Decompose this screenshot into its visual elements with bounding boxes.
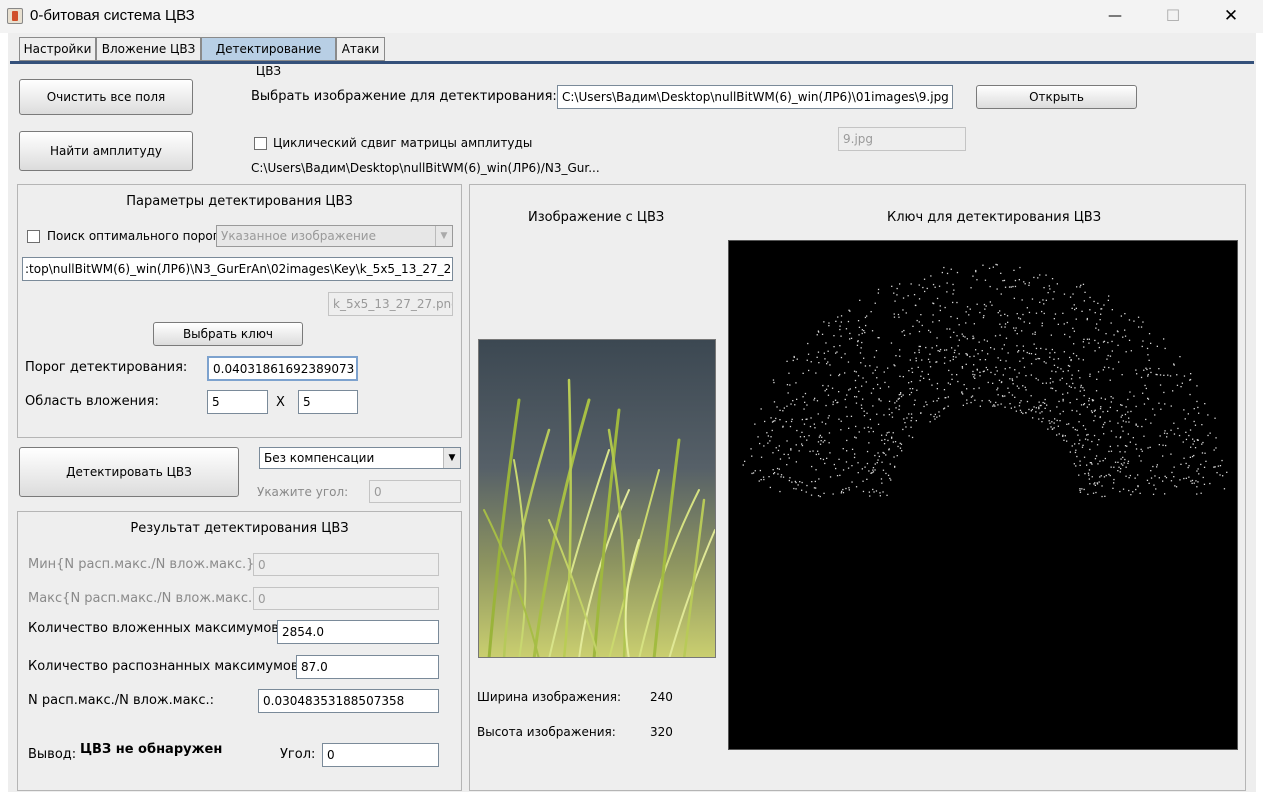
find-amplitude-button[interactable]: Найти амплитуду <box>19 131 193 171</box>
image-title: Изображение с ЦВЗ <box>528 210 665 225</box>
chevron-down-icon: ▼ <box>435 226 452 246</box>
key-image <box>728 240 1238 750</box>
output-label: Вывод: <box>28 747 77 762</box>
width-label: Ширина изображения: <box>477 690 622 704</box>
app-icon <box>7 8 23 24</box>
width-value: 240 <box>650 690 673 704</box>
clear-all-button[interactable]: Очистить все поля <box>19 79 193 115</box>
embedded-max-label: Количество вложенных максимумов: <box>28 621 284 636</box>
chevron-down-icon: ▼ <box>443 448 460 468</box>
optimal-threshold-checkbox[interactable] <box>27 230 40 243</box>
angle-input-disabled: 0 <box>369 480 461 503</box>
compensation-value: Без компенсации <box>264 451 375 465</box>
tab-embedding[interactable]: Вложение ЦВЗ <box>96 37 201 61</box>
tab-divider <box>10 61 1254 64</box>
area-height-field[interactable]: 5 <box>298 390 358 414</box>
height-value: 320 <box>650 725 673 739</box>
max-ratio-label: Макс{N расп.макс./N влож.макс.}: <box>28 591 265 606</box>
image-source-value: Указанное изображение <box>221 229 376 243</box>
height-label: Высота изображения: <box>477 725 616 739</box>
watermarked-image <box>478 339 716 658</box>
ratio-label: N расп.макс./N влож.макс.: <box>28 693 215 708</box>
image-path-field[interactable]: C:\Users\Вадим\Desktop\nullBitWM(6)_win(… <box>557 85 953 109</box>
key-file-value: k_5x5_13_27_27.png <box>333 297 453 311</box>
recognized-max-label: Количество распознанных максимумов: <box>28 659 303 674</box>
angle-hint-label: Укажите угол: <box>257 485 349 499</box>
detect-button[interactable]: Детектировать ЦВЗ <box>19 447 239 497</box>
max-ratio-field: 0 <box>253 587 439 610</box>
threshold-field[interactable]: 0.04031861692389073 <box>207 356 358 381</box>
min-ratio-label: Мин{N расп.макс./N влож.макс.}: <box>28 557 259 572</box>
select-image-label: Выбрать изображение для детектирования: <box>251 89 557 104</box>
result-angle-label: Угол: <box>280 747 316 762</box>
select-key-button[interactable]: Выбрать ключ <box>153 322 303 346</box>
params-title: Параметры детектирования ЦВЗ <box>126 194 353 209</box>
ratio-field[interactable]: 0.03048353188507358 <box>258 689 439 713</box>
file-name-field: 9.jpg <box>838 127 966 151</box>
result-angle-field[interactable]: 0 <box>322 743 439 767</box>
recognized-max-field[interactable]: 87.0 <box>296 655 439 679</box>
area-label: Область вложения: <box>25 394 159 409</box>
key-path-field[interactable]: :top\nullBitWM(6)_win(ЛР6)\N3_GurErAn\02… <box>22 257 453 281</box>
tab-detection[interactable]: Детектирование ЦВЗ <box>201 37 336 78</box>
tab-attacks[interactable]: Атаки <box>336 37 385 61</box>
amplitude-path-label: C:\Users\Вадим\Desktop\nullBitWM(6)_win(… <box>251 161 600 175</box>
window-title: 0-битовая система ЦВЗ <box>30 7 195 24</box>
optimal-threshold-label: Поиск оптимального порога <box>47 229 227 243</box>
area-x-label: X <box>276 395 285 410</box>
area-width-field[interactable]: 5 <box>207 390 268 414</box>
result-title: Результат детектирования ЦВЗ <box>130 521 349 536</box>
minimize-button[interactable]: — <box>1100 4 1130 28</box>
close-button[interactable]: ✕ <box>1216 4 1246 28</box>
output-value: ЦВЗ не обнаружен <box>80 742 223 757</box>
cyclic-shift-label: Циклический сдвиг матрицы амплитуды <box>273 136 533 150</box>
key-title: Ключ для детектирования ЦВЗ <box>887 210 1102 225</box>
key-file-field: k_5x5_13_27_27.png <box>328 292 453 316</box>
tab-settings[interactable]: Настройки <box>19 37 96 61</box>
threshold-label: Порог детектирования: <box>25 360 188 375</box>
maximize-button[interactable]: ☐ <box>1158 4 1188 28</box>
compensation-combo[interactable]: Без компенсации ▼ <box>259 447 461 469</box>
embedded-max-field[interactable]: 2854.0 <box>277 620 439 644</box>
cyclic-shift-checkbox[interactable] <box>254 137 267 150</box>
min-ratio-field: 0 <box>253 553 439 576</box>
image-source-combo: Указанное изображение ▼ <box>216 225 453 247</box>
open-button[interactable]: Открыть <box>976 85 1137 109</box>
